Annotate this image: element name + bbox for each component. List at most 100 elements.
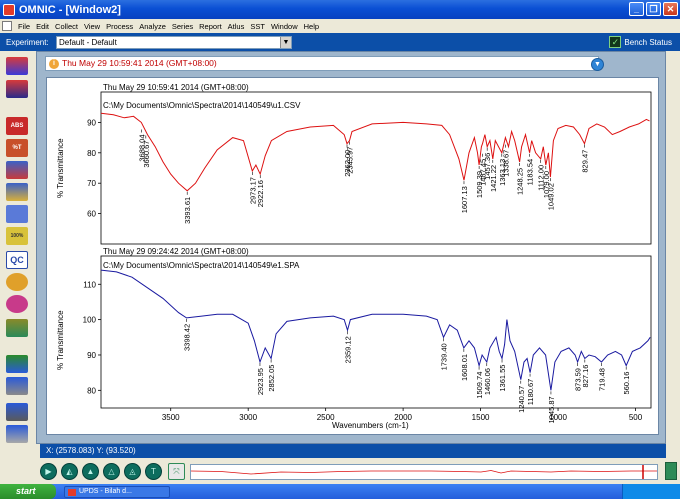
menu-help[interactable]: Help xyxy=(301,22,322,31)
peak-label-bottom-0: 3398.42 xyxy=(182,324,191,351)
tool-area-icon[interactable]: ◬ xyxy=(124,463,141,480)
start-button[interactable]: start xyxy=(0,484,56,499)
ytick-label-bottom-2: 100 xyxy=(83,316,97,325)
peak-label-top-2: 3393.61 xyxy=(183,197,192,224)
peak-label-top-18: 1049.02 xyxy=(546,183,555,210)
overview-plot xyxy=(190,465,657,479)
baseline-icon[interactable] xyxy=(6,161,28,179)
chevron-down-icon[interactable]: ▼ xyxy=(280,36,291,48)
chart-bottom-yaxis: 80 90 100 110 xyxy=(83,280,101,395)
left-toolbar: ABS %T 100% QC xyxy=(0,51,36,444)
bottom-toolbar: ▶ ◭ ▲ △ ◬ T ⤧ xyxy=(0,458,680,484)
peak-label-bottom-2: 2852.05 xyxy=(267,365,276,392)
info-icon[interactable]: i xyxy=(49,59,59,69)
peak-label-top-7: 1607.13 xyxy=(460,186,469,213)
restore-button[interactable]: ❐ xyxy=(646,2,661,16)
library-icon[interactable] xyxy=(6,183,28,201)
chart-bottom-xlabel: Wavenumbers (cm-1) xyxy=(332,421,409,430)
spectra-plot[interactable]: Thu May 29 10:59:41 2014 (GMT+08:00) C:\… xyxy=(47,78,658,434)
collect-background-icon[interactable] xyxy=(6,80,28,98)
menu-collect[interactable]: Collect xyxy=(52,22,81,31)
menu-file[interactable]: File xyxy=(15,22,33,31)
menu-report[interactable]: Report xyxy=(196,22,225,31)
document-icon[interactable] xyxy=(2,21,12,31)
chart-top-trace xyxy=(100,112,650,192)
qc-label: QC xyxy=(10,255,24,265)
menu-window[interactable]: Window xyxy=(268,22,301,31)
ytick-label-bottom-1: 90 xyxy=(87,351,96,360)
peak-label-bottom-14: 719.48 xyxy=(598,368,607,391)
compare-icon[interactable] xyxy=(6,295,28,313)
window-title: OMNIC - [Window2] xyxy=(19,3,121,16)
peak-label-bottom-9: 1240.57 xyxy=(517,386,526,413)
peak-label-top-4: 2922.16 xyxy=(256,180,265,207)
chart-top: Thu May 29 10:59:41 2014 (GMT+08:00) C:\… xyxy=(56,83,652,245)
bench-status[interactable]: ✓ Bench Status xyxy=(609,36,672,48)
search-icon[interactable] xyxy=(6,205,28,223)
taskbar: start UPDS - Bilah d... xyxy=(0,484,680,499)
print-icon[interactable] xyxy=(6,355,28,373)
system-tray[interactable] xyxy=(622,484,680,499)
close-button[interactable]: ✕ xyxy=(663,2,678,16)
bench-status-label: Bench Status xyxy=(624,37,672,47)
omnic-app: OMNIC - [Window2] _ ❐ ✕ File Edit Collec… xyxy=(0,0,680,499)
omnic-app-icon[interactable] xyxy=(3,3,15,16)
display-icon[interactable] xyxy=(6,403,28,421)
ytick-label-top-3: 90 xyxy=(87,118,96,127)
experiment-select[interactable]: Default - Default ▼ xyxy=(56,35,292,49)
spectrum-select-button[interactable]: ▼ xyxy=(591,58,604,71)
note-label: 100% xyxy=(10,233,24,239)
menu-bar: File Edit Collect View Process Analyze S… xyxy=(0,19,680,33)
zoom-arrows-icon[interactable]: ⤧ xyxy=(168,463,185,480)
peak-label-top-6: 2345.97 xyxy=(346,147,355,174)
spectrum-title-field[interactable]: i Thu May 29 10:59:41 2014 (GMT+08:00) xyxy=(45,56,599,71)
menu-atlus[interactable]: Atlus xyxy=(225,22,248,31)
report-icon[interactable] xyxy=(6,377,28,395)
ytick-label-bottom-0: 80 xyxy=(87,386,96,395)
chart-bottom: Thu May 29 09:24:42 2014 (GMT+08:00) C:\… xyxy=(56,247,652,430)
peak-label-top-19: 829.47 xyxy=(580,150,589,173)
spectrum-line-top xyxy=(100,112,650,192)
experiment-label: Experiment: xyxy=(6,37,49,47)
tool-select-icon[interactable]: ▶ xyxy=(40,463,57,480)
ytick-label-top-2: 80 xyxy=(87,149,96,158)
menu-series[interactable]: Series xyxy=(169,22,196,31)
ytick-label-bottom-3: 110 xyxy=(83,280,96,289)
experiment-value: Default - Default xyxy=(59,37,117,47)
menu-view[interactable]: View xyxy=(81,22,103,31)
peak-label-bottom-13: 827.16 xyxy=(581,365,590,388)
overview-grip-icon[interactable] xyxy=(665,462,677,480)
cursor-status: X: (2578.083) Y: (93.520) xyxy=(40,444,666,458)
tool-height-icon[interactable]: △ xyxy=(103,463,120,480)
taskbar-item[interactable]: UPDS - Bilah d... xyxy=(64,486,170,498)
menu-sst[interactable]: SST xyxy=(247,22,268,31)
menu-analyze[interactable]: Analyze xyxy=(136,22,169,31)
percent-t-icon[interactable]: %T xyxy=(6,139,28,157)
qc-icon[interactable]: QC xyxy=(6,251,28,269)
xtick-label-4: 1500 xyxy=(472,413,490,422)
abs-icon[interactable]: ABS xyxy=(6,117,28,135)
tool-peak-icon[interactable]: ▲ xyxy=(82,463,99,480)
quant-icon[interactable] xyxy=(6,273,28,291)
peak-icon[interactable] xyxy=(6,319,28,337)
spectrum-panel[interactable]: Thu May 29 10:59:41 2014 (GMT+08:00) C:\… xyxy=(46,77,659,435)
note-icon[interactable]: 100% xyxy=(6,227,28,245)
minimize-button[interactable]: _ xyxy=(629,2,644,16)
menu-edit[interactable]: Edit xyxy=(33,22,52,31)
percent-t-label: %T xyxy=(12,145,22,151)
chart-top-yaxis: 60 70 80 90 xyxy=(87,118,101,219)
chart-bottom-ylabel: % Transmittance xyxy=(56,310,65,370)
tool-text-icon[interactable]: T xyxy=(145,463,162,480)
menu-process[interactable]: Process xyxy=(103,22,136,31)
chart-bottom-title: Thu May 29 09:24:42 2014 (GMT+08:00) xyxy=(103,247,249,256)
peak-label-bottom-10: 1180.67 xyxy=(526,379,535,406)
collect-sample-icon[interactable] xyxy=(6,57,28,75)
check-icon: ✓ xyxy=(609,36,622,48)
chart-top-annotations: 3688.043660.673393.612973.172922.162362.… xyxy=(138,129,589,224)
window-controls: _ ❐ ✕ xyxy=(629,2,678,16)
experiment-bar: Experiment: Default - Default ▼ ✓ Bench … xyxy=(0,33,680,51)
xtick-label-1: 3000 xyxy=(239,413,257,422)
tool-region-icon[interactable]: ◭ xyxy=(61,463,78,480)
export-icon[interactable] xyxy=(6,425,28,443)
spectrum-overview[interactable] xyxy=(190,464,658,480)
